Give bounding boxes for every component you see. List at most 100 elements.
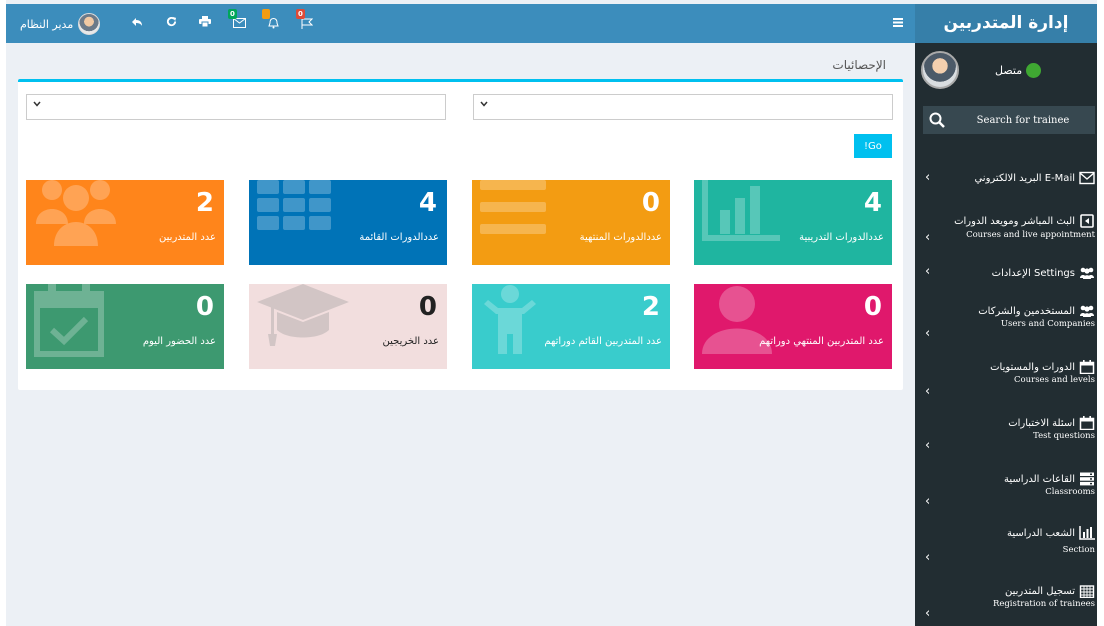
users-icon <box>36 180 116 246</box>
stat-label: عدد المتدربين القائم دوراتهم <box>544 336 662 347</box>
sidebar-item-email[interactable]: ‹ البريد الالكتروني E-Mail <box>915 160 1097 200</box>
calendar-icon <box>1079 416 1095 430</box>
stat-label: عددالدورات القائمة <box>359 232 439 243</box>
sidebar-item-sublabel: Users and Companies <box>1000 319 1095 329</box>
sidebar-item-classrooms[interactable]: ‹ القاعات الدراسية Classrooms <box>915 468 1097 520</box>
search-icon[interactable] <box>923 106 951 134</box>
user-name: مدير النظام <box>20 17 74 31</box>
stat-tile-attendance-today[interactable]: 0 عدد الحضور اليوم <box>26 284 224 369</box>
server-icon <box>1080 472 1094 486</box>
sidebar-item-test-questions[interactable]: ‹ اسئلة الاختبارات Test questions <box>915 412 1097 464</box>
chevron-left-icon: ‹ <box>925 550 931 565</box>
sidebar-item-sections[interactable]: ‹ الشعب الدراسية Section <box>915 524 1097 576</box>
flag-badge: 0 <box>296 9 305 19</box>
sidebar-item-sublabel: Section <box>1062 545 1095 555</box>
stat-tile-finished-trainees[interactable]: 0 عدد المتدربين المنتهي دوراتهم <box>694 284 892 369</box>
bar-chart-icon <box>702 180 780 241</box>
sidebar-item-label: البريد الالكتروني E-Mail <box>974 172 1075 184</box>
search-input[interactable] <box>951 106 1095 134</box>
stat-label: عددالدورات المنتهية <box>579 232 662 243</box>
users-icon <box>1080 305 1094 317</box>
filter-select-left[interactable] <box>26 94 446 120</box>
sidebar-item-label: الشعب الدراسية <box>1006 527 1075 539</box>
trainee-search <box>923 106 1095 134</box>
sidebar: متصل ‹ البريد الالكتروني E-Mail ‹ البث ا… <box>915 43 1097 626</box>
page-title: الإحصائيات <box>832 58 886 72</box>
messages-badge: 0 <box>228 9 237 19</box>
avatar <box>921 51 959 89</box>
stat-tile-graduates[interactable]: 0 عدد الخريجين <box>249 284 447 369</box>
stat-label: عدد المتدربين <box>159 232 216 243</box>
notifications-badge <box>262 9 270 19</box>
sidebar-toggle-button[interactable] <box>893 4 903 43</box>
stat-label: عدد الحضور اليوم <box>142 336 216 347</box>
stat-tile-current-courses[interactable]: 4 عددالدورات القائمة <box>249 180 447 265</box>
stat-value: 0 <box>863 292 882 322</box>
stat-label: عددالدورات التدريبية <box>799 232 884 243</box>
stat-label: عدد المتدربين المنتهي دوراتهم <box>759 336 884 347</box>
toolbar-icons: 0 0 <box>126 9 318 33</box>
user-menu[interactable]: مدير النظام <box>20 12 101 36</box>
sidebar-item-sublabel: Courses and live appointment <box>966 230 1095 240</box>
calendar-icon <box>1079 360 1095 374</box>
stat-value: 4 <box>418 188 437 218</box>
sidebar-item-live-courses[interactable]: ‹ البث المباشر ومويعد الدورات Courses an… <box>915 204 1097 254</box>
online-status: متصل <box>995 63 1042 78</box>
stat-value: 0 <box>641 188 660 218</box>
avatar <box>78 13 101 35</box>
messages-icon[interactable]: 0 <box>228 9 250 33</box>
sidebar-item-label: الإعدادات Settings <box>991 267 1075 279</box>
calendar-grid-icon <box>1079 585 1095 598</box>
status-label: متصل <box>995 64 1023 77</box>
statistics-box: !Go 4 عددالدورات التدريبية 0 عددالدورات … <box>18 79 903 390</box>
stat-tile-current-trainees[interactable]: 2 عدد المتدربين القائم دوراتهم <box>472 284 670 369</box>
sidebar-item-sublabel: Courses and levels <box>1014 375 1095 385</box>
chevron-left-icon: ‹ <box>925 230 931 245</box>
sidebar-item-courses-levels[interactable]: ‹ الدورات والمستويات Courses and levels <box>915 356 1097 408</box>
sidebar-item-registration[interactable]: ‹ تسجيل المتدربين Registration of traine… <box>915 580 1097 626</box>
online-dot-icon <box>1026 63 1042 78</box>
window-edge-right <box>1097 0 1104 626</box>
sidebar-item-label: اسئلة الاختبارات <box>1008 417 1075 429</box>
chevron-left-icon: ‹ <box>925 494 931 509</box>
chevron-left-icon: ‹ <box>925 170 931 185</box>
reply-icon[interactable] <box>126 13 148 33</box>
sidebar-item-users-companies[interactable]: ‹ المستخدمين والشركات Users and Companie… <box>915 300 1097 352</box>
calendar-check-icon <box>34 284 104 357</box>
window-edge-left <box>0 0 6 626</box>
chevron-left-icon: ‹ <box>925 264 931 279</box>
bar-chart-icon <box>1079 526 1095 540</box>
stat-tile-training-courses[interactable]: 4 عددالدورات التدريبية <box>694 180 892 265</box>
filter-select-right[interactable] <box>473 94 893 120</box>
sidebar-item-settings[interactable]: ‹ الإعدادات Settings <box>915 256 1097 296</box>
list-icon <box>480 180 546 234</box>
stat-tile-trainees[interactable]: 2 عدد المتدربين <box>26 180 224 265</box>
chevron-left-icon: ‹ <box>925 606 931 621</box>
chevron-left-icon: ‹ <box>925 326 931 341</box>
child-icon <box>484 285 536 354</box>
refresh-icon[interactable] <box>160 13 182 33</box>
chevron-down-icon <box>480 99 488 110</box>
grid-icon <box>257 180 331 230</box>
stat-value: 2 <box>641 292 660 322</box>
chevron-left-icon: ‹ <box>925 384 931 399</box>
sidebar-item-sublabel: Test questions <box>1033 431 1095 441</box>
app-brand[interactable]: إدارة المتدربين <box>915 4 1097 43</box>
sidebar-item-label: المستخدمين والشركات <box>978 305 1075 317</box>
sidebar-item-label: البث المباشر ومويعد الدورات <box>954 215 1075 227</box>
envelope-icon <box>1079 171 1095 185</box>
stat-value: 0 <box>195 292 214 322</box>
stat-tile-finished-courses[interactable]: 0 عددالدورات المنتهية <box>472 180 670 265</box>
stat-value: 4 <box>863 188 882 218</box>
sidebar-item-sublabel: Registration of trainees <box>992 599 1095 609</box>
flag-icon[interactable]: 0 <box>296 9 318 33</box>
print-icon[interactable] <box>194 13 216 33</box>
notifications-icon[interactable] <box>262 9 284 33</box>
sidebar-item-label: القاعات الدراسية <box>1004 473 1075 485</box>
sidebar-item-sublabel: Classrooms <box>1045 487 1095 497</box>
top-navbar: مدير النظام 0 0 <box>6 4 915 43</box>
go-button[interactable]: !Go <box>854 134 892 158</box>
stat-value: 0 <box>418 292 437 322</box>
user-panel: متصل <box>915 43 1097 99</box>
live-broadcast-icon <box>1080 214 1094 228</box>
